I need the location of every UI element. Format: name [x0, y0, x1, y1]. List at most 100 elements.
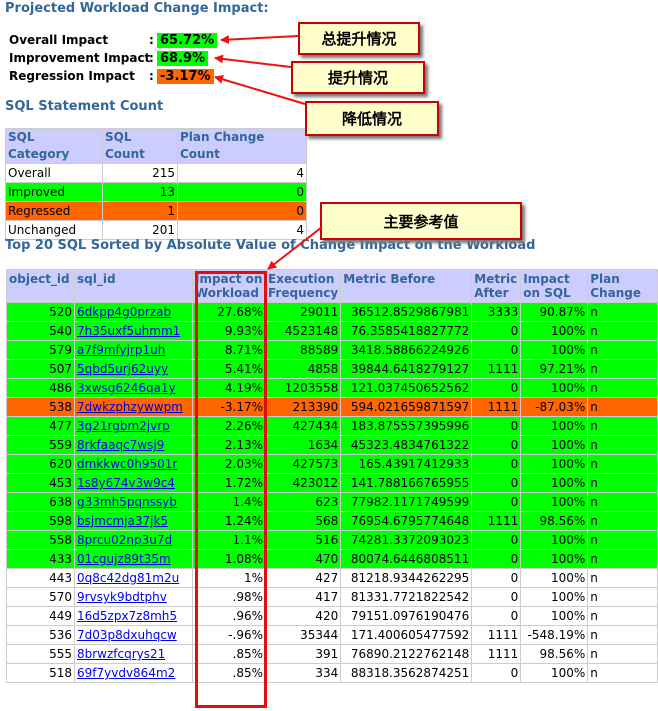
impact-workload-cell: -3.17% [193, 398, 265, 416]
impact-workload-cell: 2.26% [193, 417, 265, 435]
sql-id-link[interactable]: 6dkpp4g0przab [77, 305, 171, 319]
metric-after-cell: 3333 [472, 303, 521, 321]
sql-id-link[interactable]: g33mh5pqnssyb [77, 495, 177, 509]
metric-before-cell: 121.037450652562 [341, 379, 472, 397]
sql-id-cell: 8prcu02np3u7d [75, 531, 192, 549]
plan-change-count-cell: 4 [178, 221, 306, 239]
sql-id-link[interactable]: 8rkfaaqc7wsj9 [77, 438, 164, 452]
impact-sql-cell: 100% [521, 550, 588, 568]
object-id-cell: 540 [7, 322, 74, 340]
table-row: 538 7dwkzphzywwpm -3.17% 213390 594.02165987… [7, 398, 657, 416]
plan-change-cell: n [588, 512, 657, 530]
impact-sql-cell: 100% [521, 664, 588, 682]
impact-sql-cell: 98.56% [521, 512, 588, 530]
sql-id-link[interactable]: 0q8c42dg81m2u [77, 571, 179, 585]
overall-impact-label: Overall Impact [9, 33, 109, 47]
sql-id-link[interactable]: 8prcu02np3u7d [77, 533, 172, 547]
impact-sql-cell: 100% [521, 417, 588, 435]
table-row: 520 6dkpp4g0przab 27.68% 29011 36512.8529867… [7, 303, 657, 321]
impact-sql-cell: 100% [521, 569, 588, 587]
impact-workload-cell: 1.1% [193, 531, 265, 549]
exec-frequency-cell: 35344 [266, 626, 341, 644]
object-id-cell: 555 [7, 645, 74, 663]
col-impact-on-workload: Impact on Workload [193, 270, 265, 302]
metric-after-cell: 0 [472, 322, 521, 340]
sql-id-link[interactable]: 69f7yvdv864m2 [77, 666, 175, 680]
sql-id-link[interactable]: 5qbd5urj62uyy [77, 362, 168, 376]
plan-change-count-cell: 0 [178, 202, 306, 220]
plan-change-cell: n [588, 664, 657, 682]
metric-before-cell: 39844.6418279127 [341, 360, 472, 378]
sql-id-cell: 3xwsg6246qa1y [75, 379, 192, 397]
exec-frequency-cell: 88589 [266, 341, 341, 359]
table-row: 620 dmkkwc0h9501r 2.03% 427573 165.439174129… [7, 455, 657, 473]
projected-impact-title: Projected Workload Change Impact: [5, 1, 269, 16]
table-row: 443 0q8c42dg81m2u 1% 427 81218.9344262295 0 10… [7, 569, 657, 587]
impact-workload-cell: 9.93% [193, 322, 265, 340]
table-row: 433 01cgujz89t35m 1.08% 470 80074.6446808511… [7, 550, 657, 568]
plan-change-count-cell: 4 [178, 164, 306, 182]
impact-workload-cell: 4.19% [193, 379, 265, 397]
metric-after-cell: 0 [472, 607, 521, 625]
metric-before-cell: 165.43917412933 [341, 455, 472, 473]
sql-id-cell: 8brwzfcqrys21 [75, 645, 192, 663]
sql-id-link[interactable]: 1s8y674v3w9c4 [77, 476, 175, 490]
metric-after-cell: 1111 [472, 360, 521, 378]
plan-change-cell: n [588, 569, 657, 587]
sql-id-link[interactable]: 9rvsyk9bdtphv [77, 590, 167, 604]
object-id-cell: 443 [7, 569, 74, 587]
metric-before-cell: 76954.6795774648 [341, 512, 472, 530]
sql-id-link[interactable]: 7dwkzphzywwpm [77, 400, 183, 414]
sql-id-link[interactable]: bsjmcmja37jk5 [77, 514, 168, 528]
col-sql-id: sql_id [75, 270, 192, 302]
exec-frequency-cell: 1203558 [266, 379, 341, 397]
exec-frequency-cell: 516 [266, 531, 341, 549]
exec-frequency-cell: 1634 [266, 436, 341, 454]
improvement-impact-colon: : [149, 51, 154, 65]
impact-sql-cell: 100% [521, 607, 588, 625]
sql-category-cell: Regressed [6, 202, 102, 220]
metric-before-cell: 81331.7721822542 [341, 588, 472, 606]
sql-id-link[interactable]: a7f9mfyjrp1uh [77, 343, 165, 357]
sql-id-cell: 01cgujz89t35m [75, 550, 192, 568]
exec-frequency-cell: 29011 [266, 303, 341, 321]
object-id-cell: 570 [7, 588, 74, 606]
impact-sql-cell: 90.87% [521, 303, 588, 321]
metric-after-cell: 0 [472, 436, 521, 454]
sql-id-link[interactable]: 01cgujz89t35m [77, 552, 171, 566]
sql-id-link[interactable]: 8brwzfcqrys21 [77, 647, 165, 661]
metric-after-cell: 0 [472, 664, 521, 682]
table-row: 453 1s8y674v3w9c4 1.72% 423012 141.788166765… [7, 474, 657, 492]
overall-impact-value: 65.72% [157, 32, 218, 48]
col-plan-change: Plan Change [588, 270, 657, 302]
col-sql-count: SQL Count [103, 129, 177, 163]
plan-change-cell: n [588, 436, 657, 454]
metric-after-cell: 0 [472, 417, 521, 435]
sql-count-row: Regressed 1 0 [6, 202, 306, 220]
sql-category-cell: Overall [6, 164, 102, 182]
impact-workload-cell: 27.68% [193, 303, 265, 321]
impact-workload-cell: 1.24% [193, 512, 265, 530]
exec-frequency-cell: 4858 [266, 360, 341, 378]
impact-sql-cell: 97.21% [521, 360, 588, 378]
plan-change-cell: n [588, 303, 657, 321]
metric-before-cell: 80074.6446808511 [341, 550, 472, 568]
sql-id-cell: 1s8y674v3w9c4 [75, 474, 192, 492]
sql-id-cell: 9rvsyk9bdtphv [75, 588, 192, 606]
sql-id-link[interactable]: 3xwsg6246qa1y [77, 381, 176, 395]
sql-id-link[interactable]: 3g21rgbm2jvrp [77, 419, 170, 433]
sql-id-link[interactable]: 16d5zpx7z8mh5 [77, 609, 177, 623]
impact-workload-cell: .96% [193, 607, 265, 625]
metric-before-cell: 3418.58866224926 [341, 341, 472, 359]
regression-impact-value: -3.17% [157, 68, 214, 84]
plan-change-cell: n [588, 531, 657, 549]
sql-id-link[interactable]: 7d03p8dxuhqcw [77, 628, 177, 642]
regression-impact-label: Regression Impact [9, 69, 135, 83]
plan-change-cell: n [588, 550, 657, 568]
sql-id-link[interactable]: dmkkwc0h9501r [77, 457, 177, 471]
object-id-cell: 449 [7, 607, 74, 625]
table-row: 579 a7f9mfyjrp1uh 8.71% 88589 3418.588662249… [7, 341, 657, 359]
top20-sql-table: object_id sql_id Impact on Workload Exec… [6, 269, 658, 683]
sql-id-link[interactable]: 7h35uxf5uhmm1 [77, 324, 180, 338]
exec-frequency-cell: 4523148 [266, 322, 341, 340]
